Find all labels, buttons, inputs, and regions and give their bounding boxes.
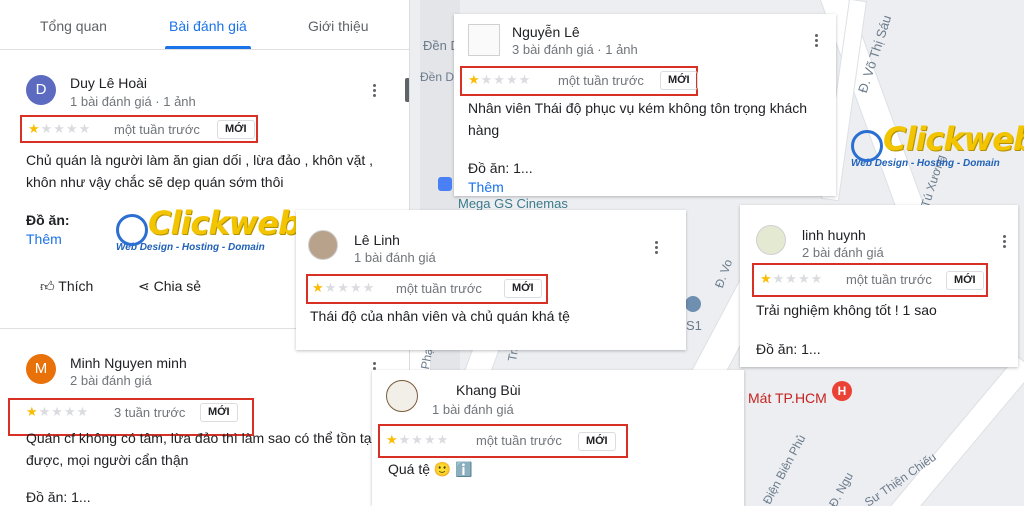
review-text: Quá tệ 🙂 ℹ️ (388, 461, 473, 477)
avatar[interactable] (468, 24, 500, 56)
reviewer-name[interactable]: Lê Linh (354, 232, 400, 248)
star-rating: ★★★★★ (760, 271, 824, 286)
star-rating: ★★★★★ (386, 432, 450, 447)
review-text: Quán cf không có tâm, lừa đảo thì làm sa… (26, 430, 375, 468)
review-card: linh huynh 2 bài đánh giá ★★★★★ một tuần… (740, 205, 1018, 367)
reviewer-name[interactable]: Minh Nguyen minh (70, 355, 187, 371)
review-time: một tuần trước (114, 122, 200, 137)
hospital-pin-icon[interactable]: H (832, 381, 852, 401)
star-rating: ★★★★★ (312, 280, 376, 295)
more-options-icon[interactable] (814, 34, 818, 50)
map-label-hospital[interactable]: Mát TP.HCM (748, 390, 827, 406)
review-time: một tuần trước (846, 272, 932, 287)
rating-highlight: ★★★★★ một tuần trước MỚI (752, 263, 988, 297)
school-icon[interactable] (685, 296, 701, 312)
reviewer-name[interactable]: Duy Lê Hoài (70, 75, 147, 91)
map-label: Đ. Ngu (826, 470, 856, 506)
reviewer-meta: 1 bài đánh giá (432, 402, 514, 417)
tab-about[interactable]: Giới thiệu (308, 18, 369, 34)
new-badge: MỚI (946, 271, 984, 290)
more-options-icon[interactable] (372, 84, 376, 100)
reviewer-meta: 1 bài đánh giá (354, 250, 436, 265)
avatar[interactable]: M (26, 354, 56, 384)
clickweb-logo: Clickweb Web Design - Hosting - Domain (116, 204, 301, 253)
map-label: Đ. Vo (712, 257, 736, 290)
globe-icon (851, 129, 883, 162)
rating-highlight: ★★★★★ một tuần trước MỚI (460, 66, 698, 96)
tab-overview[interactable]: Tổng quan (40, 18, 107, 34)
map-road (888, 356, 1024, 506)
share-button[interactable]: ⋖ Chia sẻ (138, 278, 201, 295)
review-time: 3 tuần trước (114, 405, 186, 420)
reviewer-name[interactable]: Nguyễn Lê (512, 24, 580, 40)
review-time: một tuần trước (396, 281, 482, 296)
thumbs-up-icon: 👍︎ (40, 278, 55, 294)
new-badge: MỚI (217, 120, 255, 139)
avatar[interactable] (756, 225, 786, 255)
share-icon: ⋖ (138, 278, 150, 294)
new-badge: MỚI (200, 403, 238, 422)
dish-label: Đồ ăn: (26, 212, 70, 228)
review-card: Lê Linh 1 bài đánh giá ★★★★★ một tuần tr… (296, 210, 686, 350)
map-label-cinema[interactable]: Mega GS Cinemas (458, 196, 568, 211)
more-options-icon[interactable] (654, 241, 658, 257)
review-time: một tuần trước (558, 73, 644, 88)
reviewer-meta: 2 bài đánh giá (70, 373, 152, 388)
review-time: một tuần trước (476, 433, 562, 448)
new-badge: MỚI (578, 432, 616, 451)
review-card: Khang Bùi 1 bài đánh giá ★★★★★ một tuần … (372, 370, 744, 506)
reviewer-meta: 3 bài đánh giá · 1 ảnh (512, 42, 638, 57)
review-text: Trải nghiệm không tốt ! 1 sao (756, 302, 937, 318)
reviewer-meta: 2 bài đánh giá (802, 245, 884, 260)
avatar[interactable]: D (26, 75, 56, 105)
map-label: Điện Biên Phủ (760, 432, 809, 506)
rating-highlight: ★★★★★ một tuần trước MỚI (20, 115, 258, 143)
dish-label: Đồ ăn: 1... (468, 160, 533, 176)
dish-label: Đồ ăn: 1... (756, 341, 821, 357)
new-badge: MỚI (504, 279, 542, 298)
avatar[interactable] (386, 380, 418, 412)
reviewer-name[interactable]: linh huynh (802, 227, 866, 243)
tab-reviews[interactable]: Bài đánh giá (169, 18, 247, 34)
like-button[interactable]: 👍︎ Thích (40, 278, 93, 295)
star-rating: ★★★★★ (28, 121, 92, 136)
bus-stop-icon[interactable] (438, 177, 452, 191)
reviewer-name[interactable]: Khang Bùi (456, 382, 521, 398)
avatar[interactable] (308, 230, 338, 260)
review-text: Thái độ của nhân viên và chủ quán khá tệ (310, 308, 570, 324)
reviewer-meta: 1 bài đánh giá · 1 ảnh (70, 94, 196, 109)
dish-label: Đồ ăn: 1... (26, 489, 91, 505)
more-link[interactable]: Thêm (468, 179, 504, 195)
active-tab-indicator (165, 46, 251, 49)
star-rating: ★★★★★ (468, 72, 532, 87)
clickweb-logo: Clickweb Web Design - Hosting - Domain (851, 120, 1024, 169)
review-text: Chủ quán là người làm ăn gian dối , lừa … (26, 152, 374, 190)
star-rating: ★★★★★ (26, 404, 90, 419)
more-options-icon[interactable] (1002, 235, 1006, 251)
new-badge: MỚI (660, 71, 698, 90)
map-label: S1 (686, 318, 702, 333)
scrollbar-thumb[interactable] (405, 78, 409, 102)
rating-highlight: ★★★★★ một tuần trước MỚI (378, 424, 628, 458)
review-text: Nhân viên Thái độ phục vụ kém không tôn … (468, 100, 808, 138)
tab-bar: Tổng quan Bài đánh giá Giới thiệu (0, 0, 409, 50)
more-link[interactable]: Thêm (26, 231, 62, 247)
rating-highlight: ★★★★★ một tuần trước MỚI (306, 274, 548, 304)
globe-icon (116, 213, 148, 246)
review-card: Nguyễn Lê 3 bài đánh giá · 1 ảnh ★★★★★ m… (454, 14, 836, 196)
